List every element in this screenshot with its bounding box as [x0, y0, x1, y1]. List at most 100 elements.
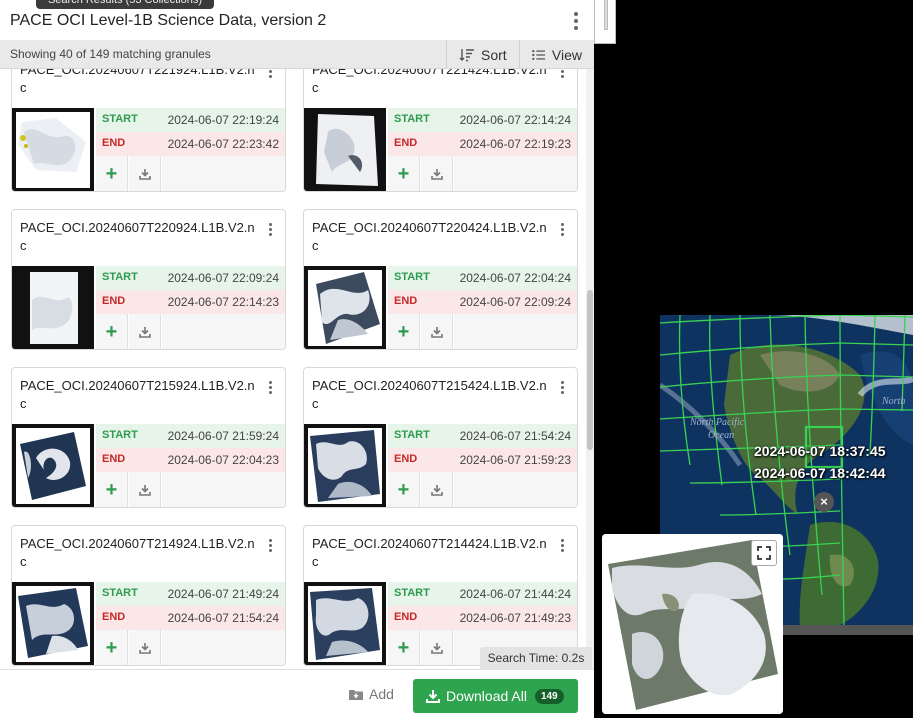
granule-card[interactable]: PACE_OCI.20240607T215924.L1B.V2.nc START… — [11, 367, 286, 508]
add-granule-button[interactable]: + — [96, 156, 128, 191]
start-label: START — [394, 429, 430, 441]
granule-name[interactable]: PACE_OCI.20240607T215424.L1B.V2.nc — [312, 377, 552, 413]
start-label: START — [102, 271, 138, 283]
start-time: 2024-06-07 22:09:24 — [167, 271, 279, 285]
granule-card[interactable]: PACE_OCI.20240607T215424.L1B.V2.nc START… — [303, 367, 578, 508]
granule-more-icon[interactable] — [558, 223, 566, 239]
start-time-row: START 2024-06-07 22:09:24 — [96, 266, 285, 290]
granule-thumbnail[interactable] — [304, 108, 386, 191]
granule-name[interactable]: PACE_OCI.20240607T214424.L1B.V2.nc — [312, 535, 552, 571]
plus-icon: + — [105, 478, 118, 501]
granule-name[interactable]: PACE_OCI.20240607T220924.L1B.V2.nc — [20, 219, 260, 255]
download-granule-button[interactable] — [129, 314, 161, 349]
download-icon — [430, 169, 443, 180]
download-icon — [430, 485, 443, 496]
granule-name[interactable]: PACE_OCI.20240607T221924.L1B.V2.nc — [20, 69, 260, 97]
collection-more-icon[interactable] — [568, 11, 584, 31]
fullscreen-icon — [757, 546, 771, 560]
start-time-row: START 2024-06-07 21:44:24 — [388, 582, 577, 606]
download-granule-button[interactable] — [129, 156, 161, 191]
granule-more-icon[interactable] — [266, 539, 274, 555]
download-icon — [138, 643, 151, 654]
start-time: 2024-06-07 21:44:24 — [459, 587, 571, 601]
add-granule-button[interactable]: + — [388, 314, 420, 349]
granule-name[interactable]: PACE_OCI.20240607T221424.L1B.V2.nc — [312, 69, 552, 97]
granule-name[interactable]: PACE_OCI.20240607T220424.L1B.V2.nc — [312, 219, 552, 255]
download-granule-button[interactable] — [421, 156, 453, 191]
granule-card[interactable]: PACE_OCI.20240607T214424.L1B.V2.nc START… — [303, 525, 578, 666]
end-time-row: END 2024-06-07 22:14:23 — [96, 290, 285, 314]
list-icon — [532, 49, 546, 60]
granule-card[interactable]: PACE_OCI.20240607T220924.L1B.V2.nc START… — [11, 209, 286, 350]
granule-thumbnail[interactable] — [304, 266, 386, 349]
end-time-row: END 2024-06-07 21:54:24 — [96, 606, 285, 630]
end-time: 2024-06-07 21:59:23 — [459, 453, 571, 467]
expand-preview-button[interactable] — [751, 540, 777, 566]
list-scrollbar-thumb[interactable] — [587, 290, 593, 450]
granule-name[interactable]: PACE_OCI.20240607T214924.L1B.V2.nc — [20, 535, 260, 571]
granule-name[interactable]: PACE_OCI.20240607T215924.L1B.V2.nc — [20, 377, 260, 413]
start-time: 2024-06-07 21:54:24 — [459, 429, 571, 443]
plus-icon: + — [105, 162, 118, 185]
download-all-button[interactable]: Download All 149 — [413, 679, 578, 713]
end-time: 2024-06-07 22:14:23 — [167, 295, 279, 309]
granule-thumbnail[interactable] — [12, 424, 94, 507]
granule-thumbnail[interactable] — [304, 424, 386, 507]
granule-thumbnail[interactable] — [304, 582, 386, 665]
download-granule-button[interactable] — [421, 314, 453, 349]
sort-button[interactable]: Sort — [446, 40, 519, 69]
end-time: 2024-06-07 22:09:24 — [459, 295, 571, 309]
map-top-control[interactable] — [594, 0, 616, 44]
download-icon — [138, 485, 151, 496]
download-granule-button[interactable] — [421, 472, 453, 507]
plus-icon: + — [397, 320, 410, 343]
start-time: 2024-06-07 21:59:24 — [167, 429, 279, 443]
start-label: START — [394, 271, 430, 283]
start-time: 2024-06-07 22:19:24 — [167, 113, 279, 127]
granule-more-icon[interactable] — [266, 381, 274, 397]
granule-more-icon[interactable] — [558, 381, 566, 397]
view-button[interactable]: View — [519, 40, 594, 69]
ocean-label: North — [881, 396, 905, 407]
granule-card[interactable]: PACE_OCI.20240607T220424.L1B.V2.nc START… — [303, 209, 578, 350]
granule-more-icon[interactable] — [266, 69, 274, 81]
download-icon — [430, 327, 443, 338]
add-granule-button[interactable]: + — [388, 472, 420, 507]
granule-list[interactable]: PACE_OCI.20240607T221924.L1B.V2.nc START… — [0, 69, 586, 669]
granule-more-icon[interactable] — [266, 223, 274, 239]
search-time: Search Time: 0.2s — [480, 647, 592, 669]
granule-thumbnail[interactable] — [12, 582, 94, 665]
granule-more-icon[interactable] — [558, 69, 566, 81]
add-granule-button[interactable]: + — [96, 314, 128, 349]
granule-start-time-label: 2024-06-07 18:37:45 — [754, 443, 886, 459]
start-time-row: START 2024-06-07 21:59:24 — [96, 424, 285, 448]
granule-card[interactable]: PACE_OCI.20240607T214924.L1B.V2.nc START… — [11, 525, 286, 666]
start-time-row: START 2024-06-07 22:04:24 — [388, 266, 577, 290]
download-icon — [430, 643, 443, 654]
granule-card[interactable]: PACE_OCI.20240607T221424.L1B.V2.nc START… — [303, 69, 578, 192]
granule-more-icon[interactable] — [558, 539, 566, 555]
granule-thumbnail[interactable] — [12, 108, 94, 191]
add-granule-button[interactable]: + — [388, 630, 420, 665]
map-view[interactable]: North Pacific Ocean North 2024-06-07 18:… — [594, 0, 913, 718]
download-granule-button[interactable] — [421, 630, 453, 665]
add-granule-button[interactable]: + — [96, 472, 128, 507]
start-label: START — [102, 113, 138, 125]
granule-thumbnail[interactable] — [12, 266, 94, 349]
ocean-label: Ocean — [708, 430, 734, 441]
add-all-button[interactable]: Add — [348, 686, 394, 702]
start-label: START — [102, 587, 138, 599]
folder-plus-icon — [349, 689, 363, 700]
start-label: START — [102, 429, 138, 441]
end-time-row: END 2024-06-07 22:09:24 — [388, 290, 577, 314]
add-granule-button[interactable]: + — [388, 156, 420, 191]
add-granule-button[interactable]: + — [96, 630, 128, 665]
view-label: View — [551, 46, 582, 63]
granule-card[interactable]: PACE_OCI.20240607T221924.L1B.V2.nc START… — [11, 69, 286, 192]
results-footer: Add Download All 149 — [0, 669, 594, 718]
close-icon[interactable]: × — [814, 492, 834, 512]
end-time: 2024-06-07 22:04:23 — [167, 453, 279, 467]
download-granule-button[interactable] — [129, 630, 161, 665]
download-granule-button[interactable] — [129, 472, 161, 507]
add-all-label: Add — [369, 686, 394, 702]
